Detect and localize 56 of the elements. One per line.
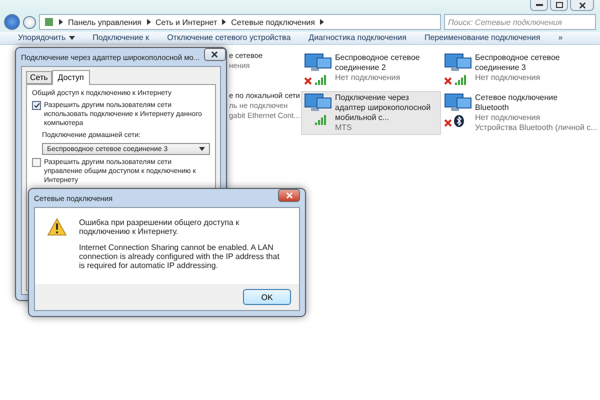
toolbar-item[interactable]: Отключение сетевого устройства [167, 33, 291, 43]
connection-device: Устройства Bluetooth (личной с... [475, 123, 598, 133]
maximize-button[interactable] [550, 0, 568, 11]
search-field[interactable]: Поиск: Сетевые подключения [444, 14, 596, 30]
signal-bars-icon [314, 115, 327, 125]
connection-name: Сетевое подключение Bluetooth [475, 93, 559, 113]
caret-icon [68, 36, 75, 40]
error-message: Internet Connection Sharing cannot be enabled. A LAN connection is already configured with the IP address that is required for automatic IP addressing. [79, 243, 280, 270]
toolbar-item[interactable]: » [558, 33, 563, 43]
toolbar-item[interactable]: Упорядочить [18, 33, 75, 43]
breadcrumb-arrow-icon [146, 19, 150, 25]
tab[interactable]: Сеть [26, 71, 52, 84]
signal-bars-icon [454, 75, 467, 85]
signal-bars-icon [314, 75, 327, 85]
connection-name: Беспроводное сетевое соединение 2 [335, 53, 421, 73]
forward-button[interactable] [23, 16, 36, 28]
connection-item[interactable]: Подключение через адаптер широкополосной мобильной с... MTS [301, 91, 441, 135]
breadcrumb-item[interactable]: Сеть и Интернет [156, 18, 218, 26]
warning-icon [47, 218, 67, 236]
ok-button[interactable]: OK [243, 289, 291, 305]
connection-status: Нет подключения [335, 73, 402, 83]
minimize-button[interactable] [530, 0, 548, 11]
dropdown-caret-icon [199, 147, 205, 151]
back-button[interactable] [4, 14, 20, 30]
checkbox[interactable] [32, 158, 41, 167]
maximize-icon [556, 2, 562, 8]
connection-item[interactable]: Сетевое подключение Bluetooth Нет подключения Устройства Bluetooth (личной с... [441, 91, 600, 135]
checkbox[interactable] [32, 101, 41, 110]
address-bar[interactable]: Панель управления Сеть и Интернет Сетевые подключения [39, 14, 441, 30]
bluetooth-icon [454, 115, 464, 127]
connection-item[interactable]: Беспроводное сетевое соединение 3 Нет подключения [441, 51, 600, 87]
toolbar-item[interactable]: Диагностика подключения [308, 33, 406, 43]
close-icon [211, 51, 218, 58]
toolbar-item[interactable]: Подключение к [92, 33, 150, 43]
error-heading: Ошибка при разрешении общего доступа к подключению к Интернету. [79, 218, 240, 236]
close-icon [286, 192, 292, 199]
breadcrumb-item[interactable]: Сетевые подключения [231, 18, 315, 26]
connection-status: Нет подключения [475, 73, 542, 83]
connection-name: Беспроводное сетевое соединение 3 [475, 53, 561, 73]
breadcrumb-arrow-icon [320, 19, 324, 25]
breadcrumb-arrow-icon [222, 19, 226, 25]
minimize-icon [536, 4, 542, 6]
connection-name: Подключение через адаптер широкополосной мобильной с... [335, 93, 432, 123]
breadcrumb-item[interactable]: Панель управления [68, 18, 142, 26]
close-button[interactable] [570, 0, 594, 11]
toolbar-item[interactable]: Переименование подключения [424, 33, 540, 43]
control-panel-icon [44, 17, 54, 27]
close-button[interactable] [204, 48, 226, 61]
connection-item[interactable]: Беспроводное сетевое соединение 2 Нет подключения [301, 51, 441, 87]
check-icon [34, 103, 40, 108]
breadcrumb-arrow-icon [59, 19, 63, 25]
tab[interactable]: Доступ [52, 70, 90, 85]
connection-status: MTS [335, 123, 353, 133]
close-button[interactable] [278, 189, 300, 202]
close-icon [578, 2, 586, 8]
connection-status: Нет подключения [475, 113, 542, 123]
